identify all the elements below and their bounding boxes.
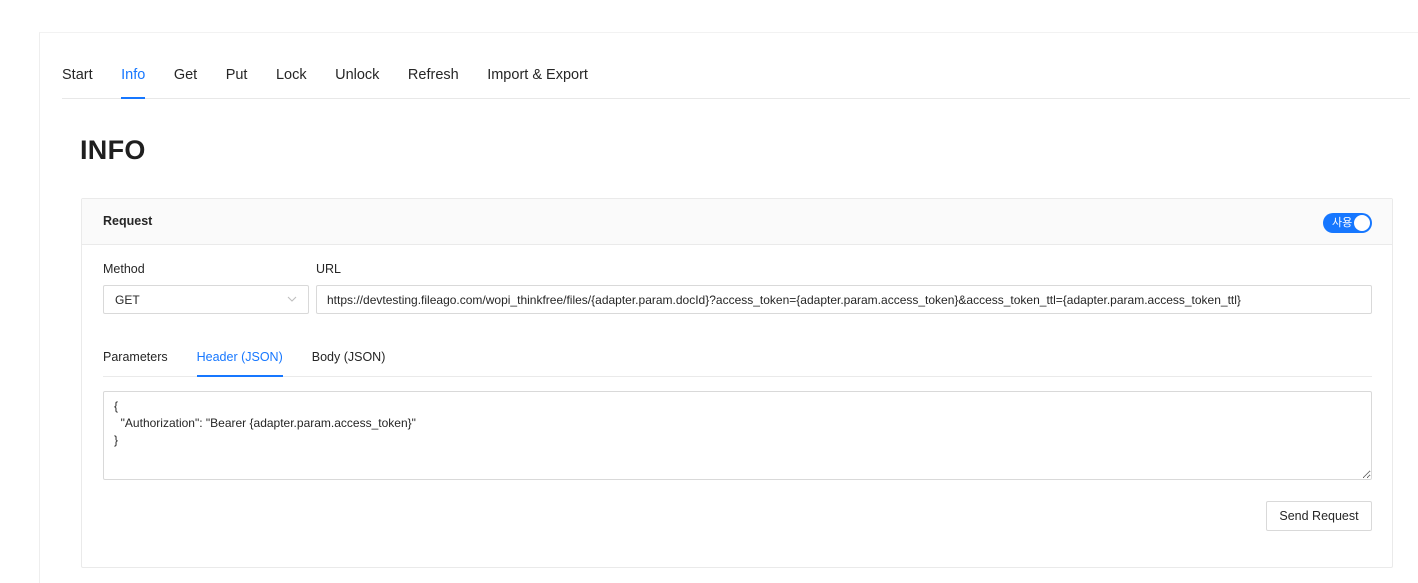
tab-put[interactable]: Put — [226, 67, 248, 98]
chevron-down-icon — [287, 296, 297, 302]
enable-toggle[interactable]: 사용 — [1323, 213, 1372, 233]
tab-get[interactable]: Get — [174, 67, 197, 98]
tab-lock[interactable]: Lock — [276, 67, 307, 98]
tab-refresh[interactable]: Refresh — [408, 67, 459, 98]
enable-toggle-label: 사용 — [1332, 217, 1353, 229]
method-select-value: GET — [115, 293, 140, 307]
request-sub-tab-bar: Parameters Header (JSON) Body (JSON) — [103, 337, 1372, 377]
top-tab-bar: Start Info Get Put Lock Unlock Refresh I… — [62, 33, 1410, 99]
tab-body-json[interactable]: Body (JSON) — [312, 350, 386, 376]
page-container: Start Info Get Put Lock Unlock Refresh I… — [39, 32, 1418, 583]
tab-unlock[interactable]: Unlock — [335, 67, 379, 98]
tab-parameters[interactable]: Parameters — [103, 350, 168, 376]
method-select[interactable]: GET — [103, 285, 309, 314]
tab-start[interactable]: Start — [62, 67, 93, 98]
url-label: URL — [316, 262, 342, 276]
page-title: INFO — [80, 135, 146, 165]
enable-toggle-knob — [1354, 215, 1370, 231]
request-card-title: Request — [103, 214, 153, 228]
tab-info[interactable]: Info — [121, 67, 146, 99]
tab-import-export[interactable]: Import & Export — [487, 67, 588, 98]
request-card-header: Request 사용 — [82, 199, 1392, 245]
tab-header-json[interactable]: Header (JSON) — [196, 350, 283, 377]
method-label: Method — [103, 262, 145, 276]
url-input[interactable] — [316, 285, 1372, 314]
header-json-editor[interactable]: { "Authorization": "Bearer {adapter.para… — [103, 391, 1372, 480]
send-request-button[interactable]: Send Request — [1266, 501, 1372, 531]
request-card: Request 사용 Method URL GET Parameters Hea… — [81, 198, 1393, 568]
